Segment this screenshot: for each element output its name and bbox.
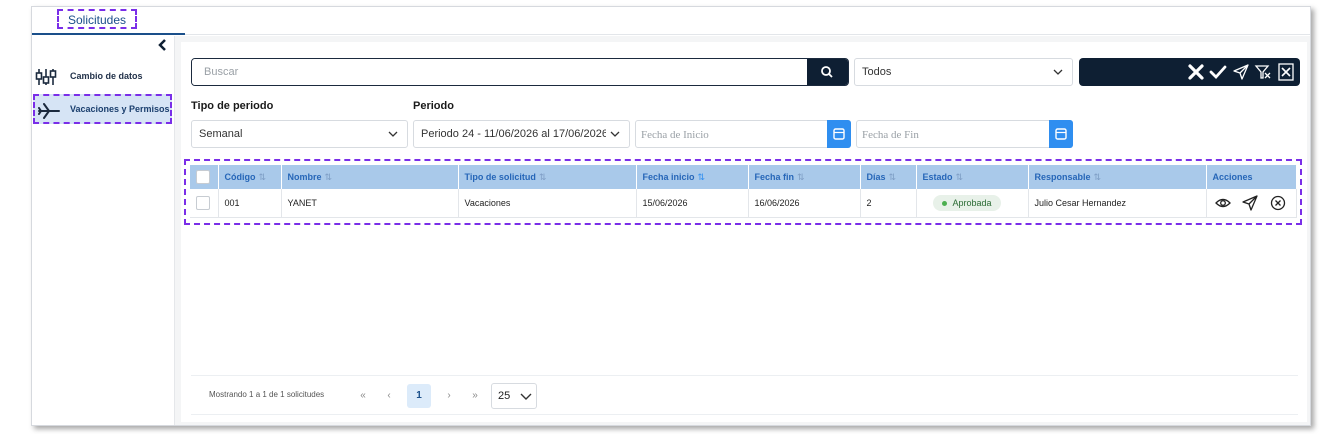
tab-label: Solicitudes	[57, 9, 138, 29]
sort-icon: ⇅	[1093, 171, 1102, 182]
calendar-button[interactable]	[1049, 120, 1073, 148]
calendar-icon	[833, 128, 845, 140]
sidebar: Cambio de datos Vacaciones y Permisos	[32, 36, 175, 425]
column-header-tipo[interactable]: Tipo de solicitud ⇅	[458, 165, 637, 189]
status-dot	[941, 200, 947, 206]
select-all-cell	[190, 165, 219, 189]
chevron-down-icon	[520, 393, 532, 400]
sidebar-item-vacaciones[interactable]: Vacaciones y Permisos	[33, 94, 172, 124]
check-icon[interactable]	[1209, 63, 1227, 81]
page-size-value: 25	[498, 390, 511, 402]
column-header-fecha-inicio[interactable]: Fecha inicio ⇅	[636, 165, 749, 189]
periodo-value: Periodo 24 - 11/06/2026 al 17/06/2026	[421, 128, 606, 140]
main-content: Todos	[175, 36, 1310, 425]
cell-tipo: Vacaciones	[458, 189, 637, 218]
filter-clear-icon[interactable]	[1254, 63, 1272, 81]
column-header-estado[interactable]: Estado ⇅	[916, 165, 1029, 189]
fecha-fin-placeholder: Fecha de Fin	[862, 129, 919, 141]
chevron-down-icon	[1053, 69, 1063, 75]
sort-icon: ⇅	[538, 171, 547, 182]
sidebar-item-cambio-datos[interactable]: Cambio de datos	[32, 62, 173, 92]
cell-estado: Aprobada	[916, 189, 1029, 218]
sliders-icon	[35, 69, 57, 85]
airplane-icon	[38, 103, 60, 119]
send-icon[interactable]	[1232, 63, 1250, 81]
column-header-nombre[interactable]: Nombre ⇅	[281, 165, 459, 189]
column-header-dias[interactable]: Días ⇅	[860, 165, 917, 189]
cell-fecha-inicio: 15/06/2026	[636, 189, 749, 218]
sort-icon: ⇅	[955, 171, 964, 182]
periodo-label: Periodo	[413, 100, 454, 112]
fecha-inicio-field[interactable]: Fecha de Inicio	[635, 120, 851, 148]
cell-acciones	[1206, 189, 1297, 218]
tipo-periodo-value: Semanal	[199, 128, 243, 140]
search-button[interactable]	[807, 59, 848, 85]
column-header-fecha-fin[interactable]: Fecha fin ⇅	[748, 165, 861, 189]
chevron-down-icon	[388, 131, 398, 137]
first-page-button[interactable]: «	[351, 384, 375, 408]
fecha-fin-field[interactable]: Fecha de Fin	[856, 120, 1073, 148]
table-header-row: Código ⇅ Nombre ⇅ Tipo de solicitud ⇅ Fecha…	[190, 165, 1297, 189]
action-toolbar	[1079, 58, 1300, 86]
sidebar-item-label: Cambio de datos	[70, 71, 143, 81]
close-icon[interactable]	[1187, 63, 1205, 81]
page-size-select[interactable]: 25	[491, 383, 537, 409]
app-window: Solicitudes Cambio de datos Vacaciones y…	[31, 6, 1311, 426]
excel-export-icon[interactable]	[1277, 63, 1295, 81]
cell-nombre: YANET	[281, 189, 459, 218]
chevron-down-icon	[610, 131, 620, 137]
column-header-responsable[interactable]: Responsable ⇅	[1028, 165, 1207, 189]
select-all-checkbox[interactable]	[196, 170, 210, 184]
sort-asc-icon: ⇅	[697, 171, 706, 182]
search-box	[191, 58, 849, 86]
cell-responsable: Julio Cesar Hernandez	[1028, 189, 1207, 218]
sort-icon: ⇅	[888, 171, 897, 182]
tab-solicitudes[interactable]: Solicitudes	[32, 7, 185, 35]
last-page-button[interactable]: »	[463, 384, 487, 408]
tab-bar: Solicitudes	[32, 7, 1310, 35]
calendar-icon	[1055, 128, 1067, 140]
status-badge: Aprobada	[932, 194, 1001, 211]
sort-icon: ⇅	[324, 171, 333, 182]
periodo-select[interactable]: Periodo 24 - 11/06/2026 al 17/06/2026	[413, 120, 630, 148]
table-row[interactable]: 001 YANET Vacaciones 15/06/2026 16/06/20…	[190, 189, 1297, 218]
status-select-value: Todos	[862, 66, 892, 78]
cell-fecha-fin: 16/06/2026	[748, 189, 861, 218]
eye-icon[interactable]	[1214, 195, 1231, 211]
requests-table-container: Código ⇅ Nombre ⇅ Tipo de solicitud ⇅ Fecha…	[184, 159, 1302, 225]
calendar-button[interactable]	[827, 120, 851, 148]
sort-icon: ⇅	[258, 171, 267, 182]
column-header-codigo[interactable]: Código ⇅	[218, 165, 282, 189]
chevron-left-icon[interactable]	[156, 38, 170, 52]
page-button-current[interactable]: 1	[407, 384, 431, 408]
sidebar-item-label: Vacaciones y Permisos	[70, 104, 170, 114]
tipo-periodo-label: Tipo de periodo	[191, 100, 274, 112]
requests-panel: Todos	[181, 42, 1307, 422]
search-icon	[821, 66, 833, 78]
pagination-info: Mostrando 1 a 1 de 1 solicitudes	[209, 390, 325, 399]
send-icon[interactable]	[1242, 195, 1258, 211]
fecha-inicio-placeholder: Fecha de Inicio	[641, 129, 709, 141]
prev-page-button[interactable]: ‹	[377, 384, 401, 408]
tipo-periodo-select[interactable]: Semanal	[191, 120, 408, 148]
column-header-acciones: Acciones	[1206, 165, 1297, 189]
sort-icon: ⇅	[797, 171, 805, 182]
next-page-button[interactable]: ›	[437, 384, 461, 408]
row-select-cell	[190, 189, 219, 218]
search-input[interactable]	[192, 59, 807, 85]
cancel-circle-icon[interactable]	[1270, 195, 1286, 211]
row-checkbox[interactable]	[196, 195, 210, 210]
cell-codigo: 001	[218, 189, 282, 218]
requests-table: Código ⇅ Nombre ⇅ Tipo de solicitud ⇅ Fecha…	[190, 165, 1297, 218]
pagination: Mostrando 1 a 1 de 1 solicitudes « ‹ 1 ›…	[191, 375, 1298, 415]
cell-dias: 2	[860, 189, 917, 218]
status-select[interactable]: Todos	[854, 58, 1073, 86]
